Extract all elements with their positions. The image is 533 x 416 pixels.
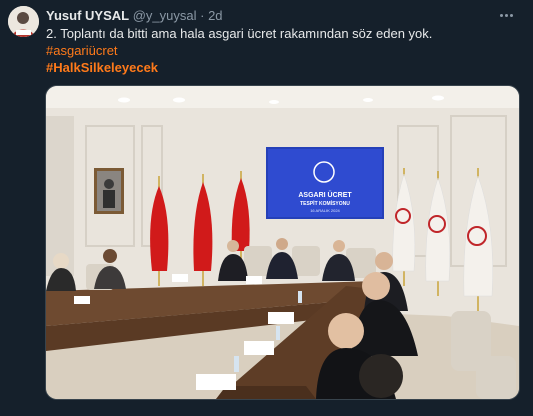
tweet-media-photo[interactable]: ASGARI ÜCRET TESPİT KOMİSYONU 16 ARALIK … (45, 85, 520, 400)
tweet-header: Yusuf UYSAL @y_yuysal · 2d (46, 8, 493, 24)
author-name[interactable]: Yusuf UYSAL (46, 8, 129, 23)
author-handle[interactable]: @y_yuysal (133, 8, 197, 23)
hashtag-halksilkeleyecek[interactable]: #HalkSilkeleyecek (46, 60, 158, 75)
screen-date: 16 ARALIK 2024 (310, 208, 340, 213)
hashtag-asgariucret[interactable]: #asgariücret (46, 43, 118, 58)
screen-subtitle: TESPİT KOMİSYONU (300, 200, 350, 207)
avatar[interactable] (8, 6, 39, 37)
timestamp[interactable]: 2d (208, 8, 222, 23)
separator-dot: · (200, 8, 205, 23)
tweet-text: 2. Toplantı da bitti ama hala asgari ücr… (46, 25, 516, 76)
tweet-text-line: 2. Toplantı da bitti ama hala asgari ücr… (46, 26, 433, 41)
screen-title: ASGARI ÜCRET (298, 190, 352, 199)
more-horizontal-icon[interactable] (497, 8, 515, 22)
